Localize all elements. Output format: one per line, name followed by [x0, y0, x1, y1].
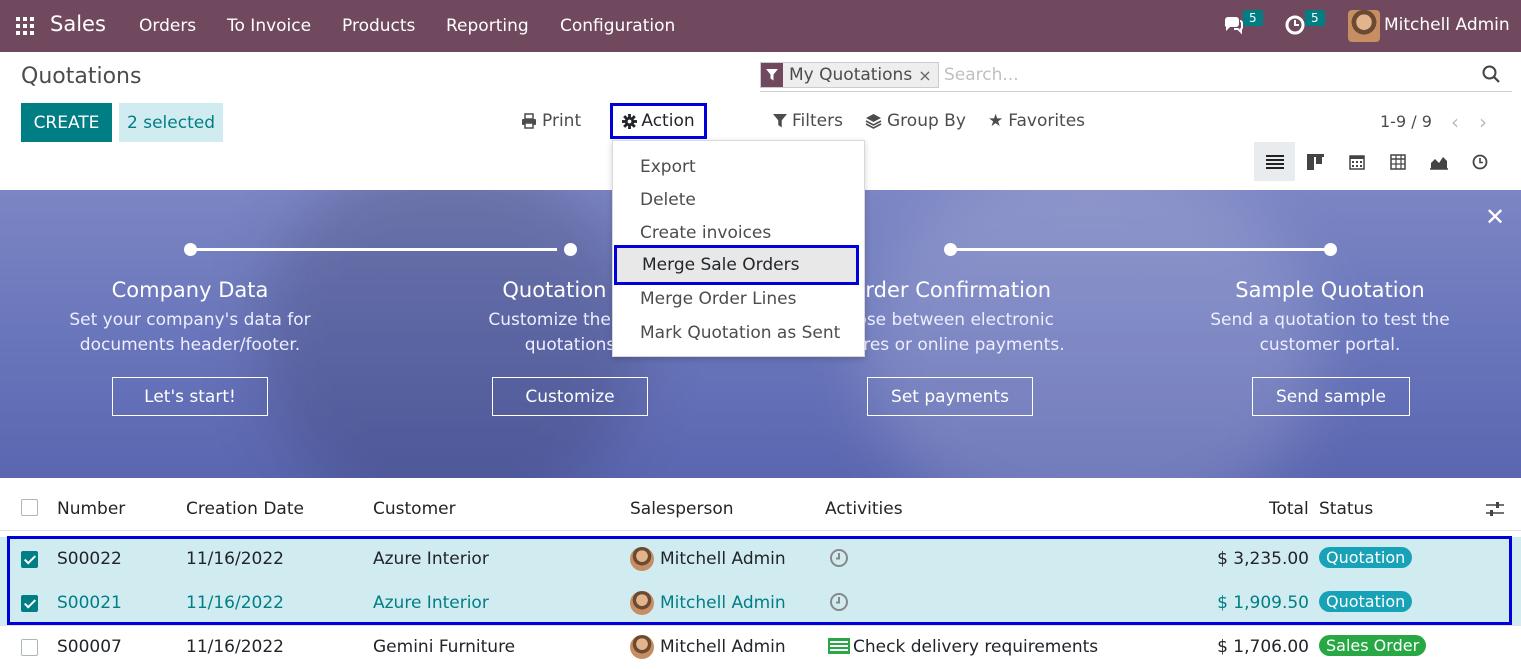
list-view-icon[interactable] [1254, 142, 1295, 181]
messages-count-badge: 5 [1243, 10, 1263, 26]
filters-label: Filters [792, 111, 843, 131]
row-date: 11/16/2022 [186, 637, 284, 657]
column-number[interactable]: Number [57, 499, 125, 519]
search-input[interactable] [942, 62, 1442, 88]
group-by-label: Group By [887, 111, 966, 131]
search-icon[interactable] [1482, 65, 1500, 83]
menu-item-merge-sale-orders[interactable]: Merge Sale Orders [614, 245, 859, 285]
gear-icon [622, 113, 638, 129]
set-payments-button[interactable]: Set payments [867, 377, 1033, 416]
step-company-data: Company Data Set your company's data for… [30, 278, 350, 358]
print-label: Print [542, 111, 582, 131]
step-title: Company Data [111, 278, 269, 302]
close-icon[interactable]: ✕ [1485, 203, 1505, 231]
menu-products[interactable]: Products [342, 16, 415, 36]
step-sample-quotation: Sample Quotation Send a quotation to tes… [1170, 278, 1490, 358]
activities-button[interactable] [1284, 13, 1306, 39]
calendar-view-icon[interactable] [1336, 142, 1377, 181]
filter-icon [761, 63, 783, 87]
pager-value[interactable]: 1-9 / 9 [1380, 112, 1432, 131]
chat-icon [1224, 17, 1244, 35]
step-desc-line2: customer portal. [1259, 335, 1401, 355]
print-icon [522, 113, 536, 129]
row-checkbox[interactable] [21, 639, 38, 656]
selection-highlight [7, 536, 1512, 625]
favorites-button[interactable]: ★ Favorites [988, 111, 1085, 131]
step-dot [184, 243, 197, 256]
lets-start-button[interactable]: Let's start! [112, 377, 268, 416]
menu-configuration[interactable]: Configuration [560, 16, 675, 36]
pager-next-icon[interactable]: › [1479, 110, 1487, 134]
send-sample-button[interactable]: Send sample [1252, 377, 1410, 416]
pager-previous-icon[interactable]: ‹ [1451, 110, 1459, 134]
menu-reporting[interactable]: Reporting [446, 16, 529, 36]
menu-item-export[interactable]: Export [640, 157, 696, 177]
column-status[interactable]: Status [1319, 499, 1373, 519]
view-switcher [1254, 142, 1500, 181]
column-total[interactable]: Total [1269, 499, 1309, 519]
column-activities[interactable]: Activities [825, 499, 903, 519]
pivot-view-icon[interactable] [1377, 142, 1418, 181]
star-icon: ★ [988, 111, 1004, 131]
clock-icon [1285, 15, 1305, 35]
menu-item-create-invoices[interactable]: Create invoices [640, 223, 771, 243]
group-by-button[interactable]: Group By [865, 111, 966, 131]
action-dropdown-menu: Export Delete Create invoices Merge Sale… [612, 140, 865, 357]
status-badge: Sales Order [1319, 635, 1427, 656]
row-number: S00007 [57, 637, 122, 657]
column-creation-date[interactable]: Creation Date [186, 499, 304, 519]
select-all-checkbox[interactable] [21, 499, 38, 516]
step-dot [564, 243, 577, 256]
filters-button[interactable]: Filters [773, 111, 843, 131]
facet-remove-icon[interactable]: × [918, 66, 931, 85]
step-desc-line2: documents header/footer. [79, 335, 301, 355]
table-row[interactable]: S00007 11/16/2022 Gemini Furniture Mitch… [0, 625, 1521, 669]
menu-orders[interactable]: Orders [139, 16, 196, 36]
row-activity-summary[interactable]: Check delivery requirements [853, 637, 1098, 657]
menu-item-delete[interactable]: Delete [640, 190, 696, 210]
activities-count-badge: 5 [1305, 10, 1325, 26]
graph-view-icon[interactable] [1418, 142, 1459, 181]
create-button[interactable]: CREATE [21, 103, 112, 142]
activity-view-icon[interactable] [1459, 142, 1500, 181]
favorites-label: Favorites [1008, 111, 1086, 131]
menu-item-merge-order-lines[interactable]: Merge Order Lines [640, 289, 796, 309]
page-title: Quotations [21, 64, 142, 89]
menu-to-invoice[interactable]: To Invoice [227, 16, 311, 36]
row-customer: Gemini Furniture [373, 637, 516, 657]
step-dot [944, 243, 957, 256]
optional-columns-icon[interactable] [1486, 501, 1504, 517]
row-salesperson: Mitchell Admin [660, 637, 786, 657]
customize-button[interactable]: Customize [492, 377, 648, 416]
kanban-view-icon[interactable] [1295, 142, 1336, 181]
user-name[interactable]: Mitchell Admin [1384, 15, 1510, 35]
apps-menu-icon[interactable] [16, 17, 34, 35]
top-navbar: Sales Orders To Invoice Products Reporti… [0, 0, 1521, 52]
progress-line [956, 248, 1325, 251]
step-title: Sample Quotation [1235, 278, 1425, 302]
step-dot [1324, 243, 1337, 256]
user-avatar[interactable] [1348, 10, 1380, 42]
delivery-truck-icon[interactable] [828, 638, 850, 654]
step-desc-line1: Set your company's data for [69, 310, 311, 330]
progress-line [196, 248, 557, 251]
layers-icon [865, 114, 882, 129]
step-desc-line1: Send a quotation to test the [1210, 310, 1450, 330]
table-header: Number Creation Date Customer Salesperso… [0, 489, 1521, 527]
app-brand[interactable]: Sales [50, 12, 106, 36]
selected-count[interactable]: 2 selected [119, 103, 223, 142]
column-customer[interactable]: Customer [373, 499, 456, 519]
messages-button[interactable] [1222, 13, 1244, 39]
column-salesperson[interactable]: Salesperson [630, 499, 734, 519]
avatar [630, 635, 654, 659]
action-button[interactable]: Action [610, 103, 707, 139]
facet-label: My Quotations [789, 65, 913, 85]
row-total: $ 1,706.00 [1217, 637, 1309, 657]
action-label: Action [641, 111, 695, 131]
menu-item-mark-quotation-sent[interactable]: Mark Quotation as Sent [640, 323, 840, 343]
search-facet[interactable]: My Quotations × [760, 62, 939, 88]
search-bar: My Quotations × [760, 58, 1512, 92]
filter-icon [773, 114, 787, 128]
print-button[interactable]: Print [521, 111, 581, 131]
